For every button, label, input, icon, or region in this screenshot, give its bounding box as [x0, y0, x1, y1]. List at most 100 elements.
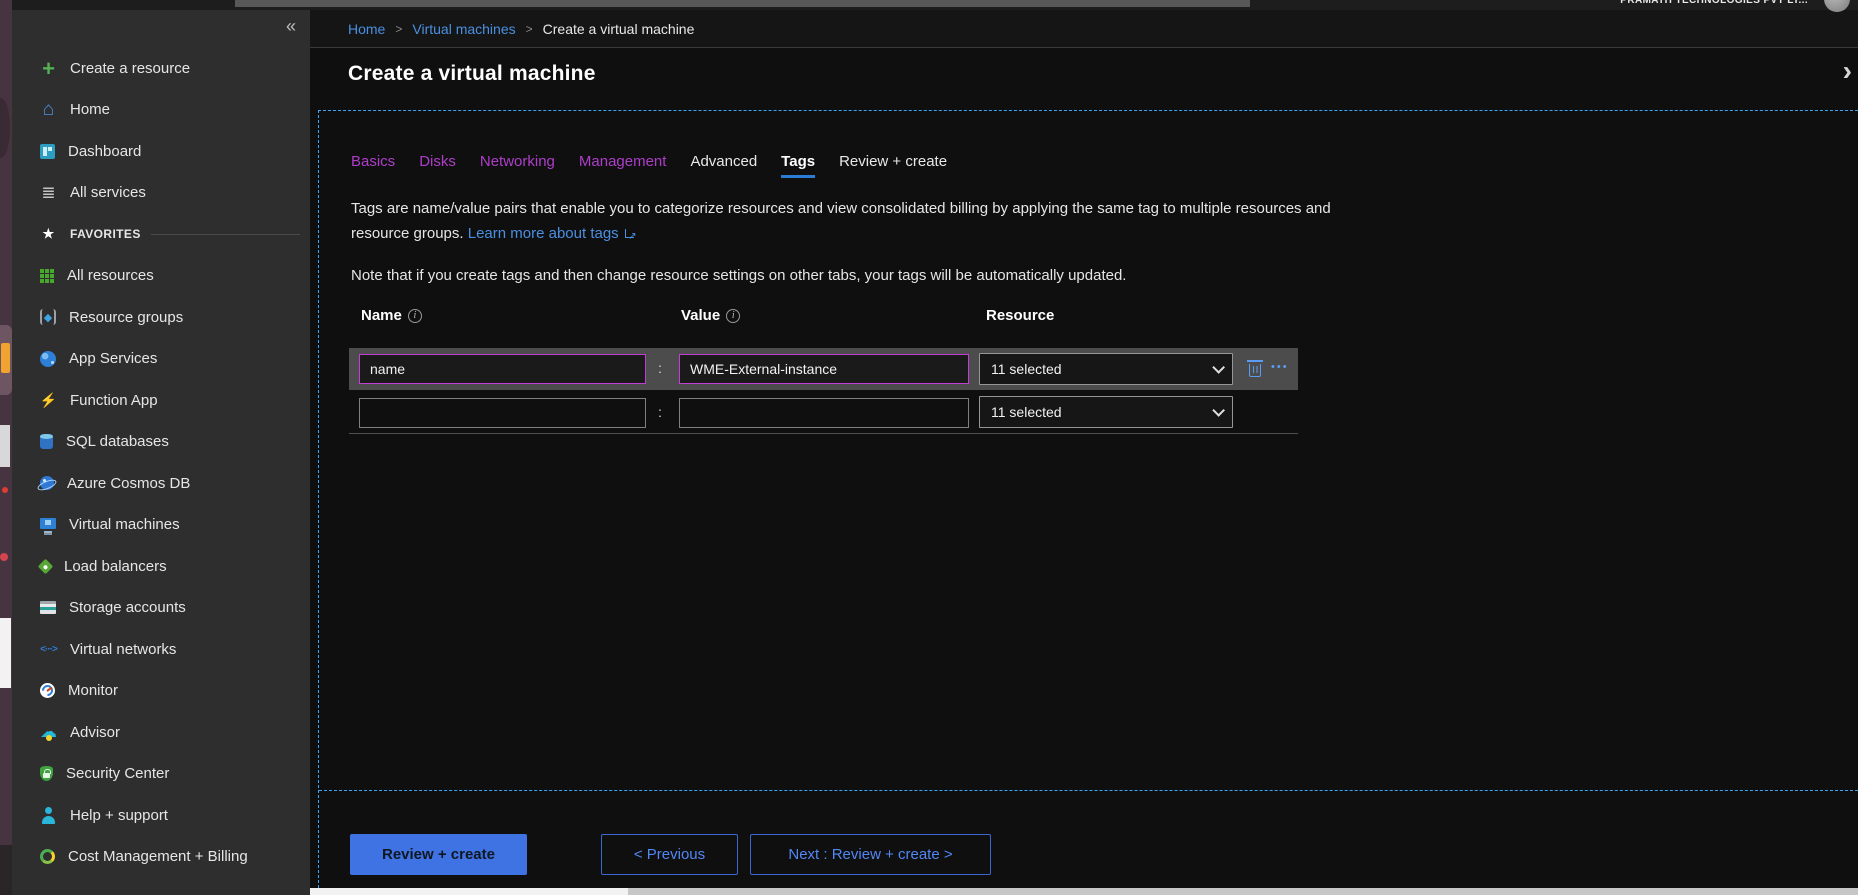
tag-value-input[interactable] — [679, 354, 969, 384]
sidebar-item-security-center[interactable]: Security Center — [40, 761, 304, 787]
breadcrumb-item-home[interactable]: Home > — [348, 21, 412, 37]
sidebar-item-label: Virtual networks — [70, 641, 176, 658]
sidebar-item-all-services[interactable]: All services — [40, 180, 304, 206]
name-value-separator: : — [658, 404, 662, 420]
sidebar-item-label: Monitor — [68, 682, 118, 699]
sidebar-item-resource-groups[interactable]: Resource groups — [40, 304, 304, 330]
sidebar-nav: Create a resource Home Dashboard — [40, 55, 304, 870]
virtual-networks-icon — [40, 641, 57, 658]
dock-bottom-fragment — [0, 845, 12, 895]
sidebar-item-load-balancers[interactable]: Load balancers — [40, 553, 304, 579]
resource-dropdown-value: 11 selected — [991, 404, 1062, 420]
next-button[interactable]: Next : Review + create > — [750, 834, 991, 875]
column-header-resource: Resource — [986, 307, 1054, 324]
sidebar-item-label: All resources — [67, 267, 154, 284]
tab-management[interactable]: Management — [579, 153, 667, 178]
sidebar-item-label: FAVORITES — [70, 227, 141, 241]
horizontal-scrollbar[interactable] — [310, 888, 1858, 895]
resource-groups-icon — [40, 309, 56, 325]
tab-review-create[interactable]: Review + create — [839, 153, 947, 178]
sidebar-item-home[interactable]: Home — [40, 97, 304, 123]
tab-label: Disks — [419, 153, 456, 170]
tab-advanced[interactable]: Advanced — [690, 153, 757, 178]
tab-label: Management — [579, 153, 667, 170]
delete-row-icon[interactable] — [1249, 364, 1261, 377]
breadcrumb-separator: > — [395, 22, 402, 36]
sidebar-item-virtual-machines[interactable]: Virtual machines — [40, 512, 304, 538]
table-bottom-divider — [349, 433, 1298, 434]
sidebar-item-create-a-resource[interactable]: Create a resource — [40, 55, 304, 81]
sidebar-item-sql-databases[interactable]: SQL databases — [40, 429, 304, 455]
resource-dropdown-value: 11 selected — [991, 361, 1062, 377]
sidebar-item-dashboard[interactable]: Dashboard — [40, 138, 304, 164]
review-create-button[interactable]: Review + create — [350, 834, 527, 875]
tab-networking[interactable]: Networking — [480, 153, 555, 178]
sidebar-item-label: All services — [70, 184, 146, 201]
azure-portal-screen: « Create a resource Home Dashboard — [0, 0, 1858, 895]
tags-note: Note that if you create tags and then ch… — [351, 267, 1126, 284]
page-header: Create a virtual machine › — [310, 49, 1858, 110]
app-services-icon — [40, 351, 56, 367]
tab-label: Networking — [480, 153, 555, 170]
all-resources-icon — [40, 269, 54, 283]
tab-disks[interactable]: Disks — [419, 153, 456, 178]
sidebar-item-label: Azure Cosmos DB — [67, 475, 190, 492]
tab-tags[interactable]: Tags — [781, 153, 815, 178]
sidebar-item-label: Dashboard — [68, 143, 141, 160]
dock-icon-white-rect — [0, 618, 11, 688]
sidebar-item-app-services[interactable]: App Services — [40, 346, 304, 372]
portal-top-bar: PRAMATH TECHNOLOGIES PVT LT... — [12, 0, 1858, 10]
sidebar-item-all-resources[interactable]: All resources — [40, 263, 304, 289]
breadcrumb-label[interactable]: Virtual machines — [412, 21, 515, 37]
previous-button[interactable]: < Previous — [601, 834, 738, 875]
resource-dropdown-2[interactable]: 11 selected — [979, 396, 1233, 428]
all-services-icon — [40, 184, 57, 201]
tags-tab-panel: Basics Disks Networking Management — [318, 110, 1858, 888]
breadcrumb-label[interactable]: Create a virtual machine — [543, 21, 695, 37]
sidebar-item-label: Virtual machines — [69, 516, 180, 533]
advisor-icon — [40, 724, 57, 741]
sidebar-item-function-app[interactable]: Function App — [40, 387, 304, 413]
sidebar-item-cost-management-billing[interactable]: Cost Management + Billing — [40, 844, 304, 870]
global-search-bar[interactable] — [235, 0, 1250, 7]
sidebar-item-monitor[interactable]: Monitor — [40, 678, 304, 704]
column-header-name: Name — [361, 307, 402, 324]
tag-name-input-empty[interactable] — [359, 398, 646, 428]
storage-accounts-icon — [40, 601, 56, 614]
sidebar-item-label: Advisor — [70, 724, 120, 741]
sidebar-item-storage-accounts[interactable]: Storage accounts — [40, 595, 304, 621]
name-value-separator: : — [658, 360, 662, 376]
learn-more-link[interactable]: Learn more about tags — [468, 225, 619, 242]
sidebar-item-label: Security Center — [66, 765, 169, 782]
resource-dropdown[interactable]: 11 selected — [979, 353, 1233, 385]
cost-management-icon — [40, 849, 55, 864]
tag-name-input[interactable] — [359, 354, 646, 384]
dashboard-icon — [40, 144, 55, 159]
value-info-icon[interactable]: i — [726, 309, 740, 323]
sidebar-item-virtual-networks[interactable]: Virtual networks — [40, 636, 304, 662]
chevron-down-icon — [1212, 361, 1225, 374]
cosmos-db-icon — [40, 476, 54, 490]
row-more-icon[interactable]: ••• — [1271, 361, 1289, 373]
tab-label: Tags — [781, 153, 815, 170]
sidebar-collapse-button[interactable]: « — [286, 16, 296, 37]
name-info-icon[interactable]: i — [408, 309, 422, 323]
tenant-name[interactable]: PRAMATH TECHNOLOGIES PVT LT... — [1620, 0, 1808, 9]
favorites-icon — [40, 226, 57, 243]
sidebar-item-azure-cosmos-db[interactable]: Azure Cosmos DB — [40, 470, 304, 496]
breadcrumb-item-virtual-machines[interactable]: Virtual machines > — [412, 21, 542, 37]
sidebar-item-favorites[interactable]: FAVORITES — [40, 221, 304, 247]
breadcrumb: Home > Virtual machines > Create a virtu… — [310, 10, 1858, 48]
breadcrumb-label[interactable]: Home — [348, 21, 385, 37]
tag-value-input-empty[interactable] — [679, 398, 969, 428]
sidebar-item-label: SQL databases — [66, 433, 169, 450]
horizontal-scrollbar-thumb[interactable] — [310, 888, 628, 895]
sidebar-item-help-support[interactable]: Help + support — [40, 802, 304, 828]
desktop-dock-strip — [0, 0, 12, 895]
breadcrumb-item-create-a-virtual-machine[interactable]: Create a virtual machine — [543, 21, 695, 37]
tab-label: Advanced — [690, 153, 757, 170]
tab-basics[interactable]: Basics — [351, 153, 395, 178]
panel-collapse-chevron-icon[interactable]: › — [1843, 55, 1852, 87]
sidebar-item-advisor[interactable]: Advisor — [40, 719, 304, 745]
sidebar-item-label: Cost Management + Billing — [68, 848, 248, 865]
